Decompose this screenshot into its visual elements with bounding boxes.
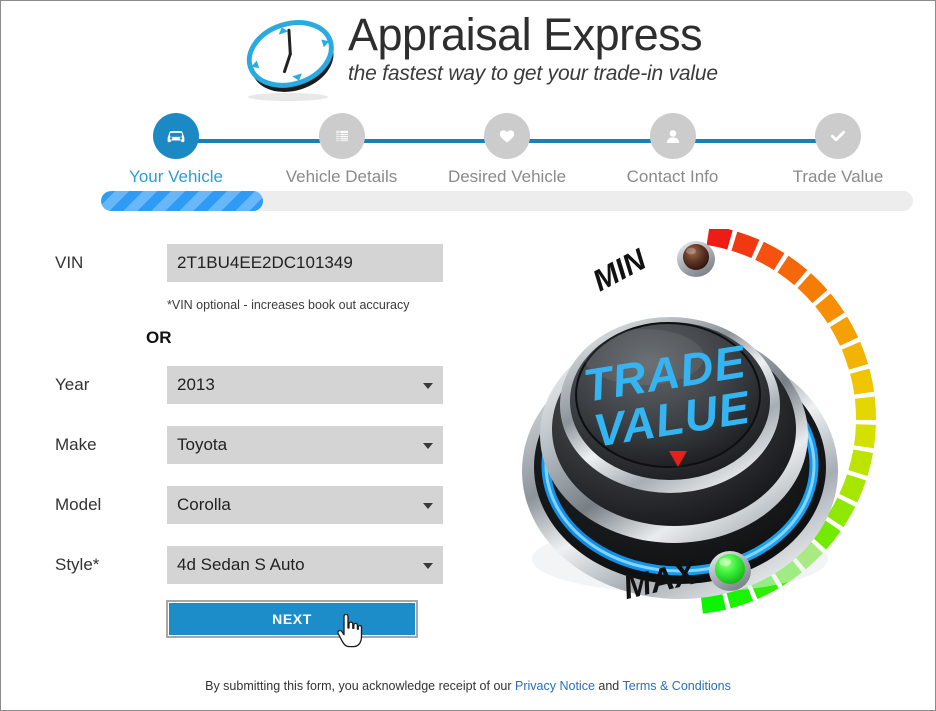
step-desired-vehicle[interactable]: Desired Vehicle [432, 113, 582, 187]
make-select[interactable]: Toyota [167, 426, 443, 464]
progress-bar [101, 191, 913, 211]
style-select-value: 4d Sedan S Auto [177, 555, 305, 574]
dial-scale-segment [731, 231, 760, 259]
style-select[interactable]: 4d Sedan S Auto [167, 546, 443, 584]
checkmark-icon [826, 124, 850, 148]
year-select[interactable]: 2013 [167, 366, 443, 404]
vin-row: VIN 2T1BU4EE2DC101349 [55, 244, 455, 282]
heart-icon [495, 124, 519, 148]
dial-max-led [709, 551, 751, 591]
year-select-value: 2013 [177, 375, 215, 394]
step-trade-value[interactable]: Trade Value [763, 113, 913, 187]
next-button[interactable]: NEXT [169, 603, 415, 635]
step-label: Your Vehicle [129, 167, 223, 186]
dial-scale-segment [815, 293, 845, 324]
person-icon [661, 124, 685, 148]
vehicle-form: VIN 2T1BU4EE2DC101349 *VIN optional - in… [55, 244, 455, 606]
terms-conditions-link[interactable]: Terms & Conditions [623, 679, 731, 693]
or-separator: OR [146, 328, 172, 347]
year-label: Year [55, 375, 90, 394]
vin-hint: *VIN optional - increases book out accur… [167, 298, 410, 312]
model-select-value: Corolla [177, 495, 231, 514]
chevron-down-icon [423, 443, 433, 449]
model-select[interactable]: Corolla [167, 486, 443, 524]
dial-scale-segment [830, 316, 859, 346]
step-circle [318, 113, 365, 159]
step-vehicle-details[interactable]: Vehicle Details [267, 113, 417, 187]
vin-input[interactable]: 2T1BU4EE2DC101349 [167, 244, 443, 282]
list-icon [330, 124, 354, 148]
make-label: Make [55, 435, 97, 454]
dial-scale-segment [854, 424, 876, 449]
make-row: Make Toyota [55, 426, 455, 464]
chevron-down-icon [423, 383, 433, 389]
brand-name: Appraisal Express [348, 9, 703, 60]
vin-label: VIN [55, 253, 84, 272]
brand-logo: Appraisal Express the fastest way to get… [236, 7, 726, 101]
style-label: Style* [55, 555, 100, 574]
dial-scale-segment [797, 273, 828, 304]
dial-scale-segment [777, 255, 808, 286]
style-row: Style* 4d Sedan S Auto [55, 546, 455, 584]
chevron-down-icon [423, 563, 433, 569]
model-label: Model [55, 495, 102, 514]
car-icon [163, 123, 189, 149]
dial-scale-segment [854, 396, 876, 421]
step-label: Contact Info [626, 167, 719, 186]
step-your-vehicle[interactable]: Your Vehicle [101, 113, 251, 187]
clock-icon [236, 9, 344, 101]
step-circle [484, 113, 530, 159]
make-select-value: Toyota [177, 435, 228, 454]
step-circle [815, 113, 861, 159]
step-label: Vehicle Details [285, 167, 398, 186]
dial-scale-segment [848, 449, 874, 476]
step-contact-info[interactable]: Contact Info [598, 113, 748, 187]
next-button-wrapper: NEXT [166, 600, 418, 638]
dial-min-led [677, 241, 715, 277]
trade-value-dial-image: TRADE VALUE MIN MAX [484, 229, 924, 629]
progress-bar-fill [101, 191, 264, 211]
progress-stepper: Your Vehicle Vehicle Details Desired Veh… [101, 113, 913, 187]
dial-scale-segment [839, 474, 867, 503]
year-row: Year 2013 [55, 366, 455, 404]
dial-scale-segment [706, 229, 733, 250]
brand-tagline: the fastest way to get your trade-in val… [348, 62, 718, 85]
dial-scale-segment [841, 341, 869, 370]
step-circle [649, 113, 696, 159]
dial-scale-segment [755, 241, 785, 271]
privacy-notice-link[interactable]: Privacy Notice [515, 679, 595, 693]
step-label: Trade Value [792, 167, 884, 186]
dial-scale-segment [850, 368, 875, 395]
appraisal-express-page: Appraisal Express the fastest way to get… [0, 0, 936, 711]
step-circle [153, 113, 199, 159]
dial-min-label: MIN [588, 243, 653, 299]
vin-input-value: 2T1BU4EE2DC101349 [177, 253, 353, 272]
footer-conjunction: and [598, 679, 620, 693]
model-row: Model Corolla [55, 486, 455, 524]
chevron-down-icon [423, 503, 433, 509]
footer-prefix: By submitting this form, you acknowledge… [205, 679, 512, 693]
step-label: Desired Vehicle [447, 167, 567, 186]
footer-disclaimer: By submitting this form, you acknowledge… [1, 679, 935, 693]
